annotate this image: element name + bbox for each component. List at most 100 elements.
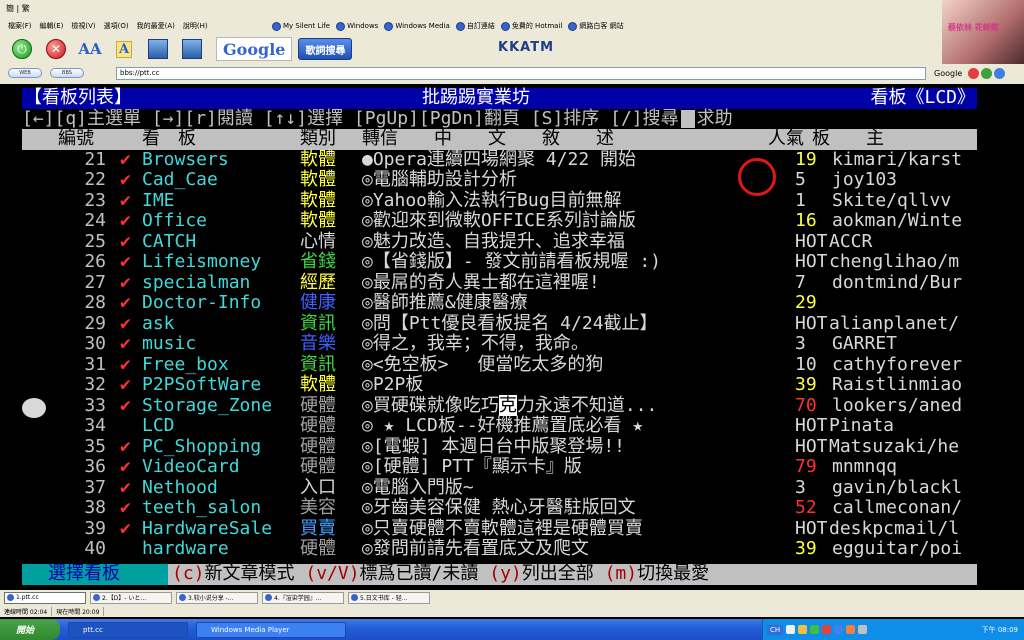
link-website[interactable]: 網路白客 網站 [568, 21, 624, 31]
unread-mark: ✔ [120, 394, 131, 416]
title-part: ◎買硬碟就像吃巧 [362, 394, 499, 416]
go-icon[interactable] [981, 67, 993, 79]
board-row[interactable]: 35 ✔ PC_Shopping 硬體 ◎[電蝦] 本週日台中版聚登場!! HOT Mats… [22, 435, 977, 458]
url-input[interactable]: bbs://ptt.cc [116, 66, 926, 80]
tab-1[interactable]: 1.ptt.cc [4, 591, 86, 604]
board-row[interactable]: 29 ✔ ask 資訊 ◎問【Ptt優良看板提名 4/24截止】 HOT alianplan… [22, 312, 977, 335]
board-name: CATCH [142, 230, 197, 252]
board-row[interactable]: 25 ✔ CATCH 心情 ◎魅力改造、自我提升、追求幸福 HOT ACCR [22, 230, 977, 253]
refresh-icon[interactable] [994, 67, 1006, 79]
board-moderators: alianplanet/ [829, 312, 960, 334]
board-moderators: GARRET [832, 333, 898, 354]
board-number: 38 [84, 497, 106, 518]
board-row[interactable]: 34 LCD 硬體 ◎ ★ LCD板--好機推薦置底必看 ★ HOT Pinata [22, 415, 977, 437]
board-moderators: lookers/aned [832, 394, 963, 416]
board-class: 健康 [300, 292, 336, 313]
package-button[interactable] [180, 37, 204, 61]
link-windows-media[interactable]: Windows Media [384, 21, 450, 31]
board-row[interactable]: 21 ✔ Browsers 軟體 ●Opera連續四場網聚 4/22 開始 19 kimar… [22, 148, 977, 171]
tab-5[interactable]: 5.日文书库 - 轻... [348, 591, 430, 604]
board-name: Lifeismoney [142, 251, 262, 272]
ime-icon[interactable] [786, 625, 796, 634]
board-row[interactable]: 27 ✔ specialman 經歷 ◎最屌的奇人異士都在這裡喔! 7 dontmind/B… [22, 272, 977, 294]
board-title: ◎電腦輔助設計分析 [362, 169, 517, 190]
board-moderators: chenglihao/m [829, 251, 960, 272]
tray-icon[interactable] [810, 625, 820, 634]
link-windows[interactable]: Windows [336, 21, 378, 31]
speaker-icon[interactable] [858, 625, 868, 634]
plugin-button[interactable] [146, 37, 170, 61]
font-style-button[interactable]: A [112, 37, 136, 61]
menu-edit[interactable]: 編輯(E) [40, 21, 64, 31]
tab-4[interactable]: 4.『渲染学园』... [262, 591, 344, 604]
board-number: 32 [84, 374, 106, 395]
help-line: [←][q]主選單 [→][r]閱讀 [↑↓]選擇 [PgUp][PgDn]翻頁… [22, 108, 733, 130]
key-y[interactable]: (y) [489, 563, 522, 584]
board-class: 資訊 [300, 353, 336, 375]
tray-icon[interactable] [834, 625, 844, 634]
disconnect-button[interactable]: ✕ [44, 37, 68, 61]
key-c[interactable]: (c) [172, 563, 205, 584]
lyrics-search-button[interactable]: 歌詞搜尋 [298, 38, 353, 60]
board-row[interactable]: 37 ✔ Nethood 入口 ◎電腦入門版~ 3 gavin/blackl [22, 477, 977, 499]
board-title: ◎牙齒美容保健 熱心牙醫駐版回文 [362, 497, 636, 518]
bbs-toggle[interactable]: BBS [50, 68, 84, 78]
tray-icon[interactable] [846, 625, 856, 634]
tray-icon[interactable] [798, 625, 808, 634]
board-row[interactable]: 40 hardware 硬體 ◎發問前請先看置底文及爬文 39 egguitar/poi [22, 538, 977, 560]
board-row[interactable]: 28 ✔ Doctor-Info 健康 ◎醫師推薦&健康醫療 29 [22, 292, 977, 314]
start-button[interactable]: 開始 [0, 619, 60, 640]
label-list-all: 列出全部 [521, 563, 605, 584]
board-row[interactable]: 36 ✔ VideoCard 硬體 ◎[硬體] PTT『顯示卡』版 79 mnmnqq [22, 456, 977, 478]
board-row[interactable]: 24 ✔ Office 軟體 ◎歡迎來到微軟OFFICE系列討論版 16 aokman/Wi… [22, 210, 977, 232]
board-row[interactable]: 33 ✔ Storage_Zone 硬體 ◎買硬碟就像吃巧克力永遠不知道... 70 loo… [22, 394, 977, 417]
menu-file[interactable]: 檔案(F) [8, 21, 32, 31]
board-row[interactable]: 26 ✔ Lifeismoney 省錢 ◎【省錢版】- 發文前請看板規喔 :) HOT ch… [22, 251, 977, 273]
label-mark-read: 標爲已讀/未讀 [359, 563, 490, 584]
board-moderators: ACCR [829, 230, 873, 252]
taskbar-item-ptt[interactable]: ptt.cc [68, 621, 188, 638]
key-m[interactable]: (m) [605, 563, 638, 584]
board-name: IME [142, 189, 175, 211]
link-hotmail[interactable]: 免費的 Hotmail [500, 21, 562, 31]
tab-2[interactable]: 2.【D】- いと... [90, 591, 172, 604]
board-title: ◎[硬體] PTT『顯示卡』版 [362, 456, 582, 477]
board-popularity: 16 [795, 210, 817, 231]
link-my-silent-life[interactable]: My Silent Life [272, 21, 330, 31]
board-title: ◎只賣硬體不賣軟體這裡是硬體買賣 [362, 517, 643, 539]
menu-favorites[interactable]: 我的最愛(A) [137, 21, 175, 31]
language-indicator[interactable]: CH [767, 624, 784, 635]
board-popularity: 29 [795, 292, 817, 313]
stop-icon[interactable] [968, 67, 980, 79]
board-title: ●Opera連續四場網聚 4/22 開始 [362, 148, 637, 170]
tab-3[interactable]: 3.较小说分享 -... [176, 591, 258, 604]
board-popularity: HOT [795, 435, 828, 457]
board-row[interactable]: 31 ✔ Free_box 資訊 ◎<免空板> 便當吃太多的狗 10 cathyforeve… [22, 353, 977, 376]
google-button[interactable]: Google [216, 37, 293, 61]
font-size-button[interactable]: AA [78, 37, 102, 61]
board-row[interactable]: 22 ✔ Cad_Cae 軟體 ◎電腦輔助設計分析 5 joy103 [22, 169, 977, 191]
board-row[interactable]: 32 ✔ P2PSoftWare 軟體 ◎P2P板 39 Raistlinmiao [22, 374, 977, 396]
board-popularity: 79 [795, 456, 817, 477]
link-custom[interactable]: 自訂連結 [455, 21, 495, 31]
tray-icon[interactable] [822, 625, 832, 634]
menu-view[interactable]: 檢視(V) [71, 21, 95, 31]
connect-button[interactable]: ⏻ [10, 37, 34, 61]
board-name: PC_Shopping [142, 435, 262, 457]
bbs-terminal[interactable]: 【看板列表】 批踢踢實業坊 看板《LCD》 [←][q]主選單 [→][r]閱讀… [22, 87, 977, 585]
board-row[interactable]: 38 ✔ teeth_salon 美容 ◎牙齒美容保健 熱心牙醫駐版回文 52 callme… [22, 497, 977, 519]
annotation-white-dot [22, 398, 46, 418]
kkatm-logo[interactable]: KKATM [498, 40, 554, 55]
menu-options[interactable]: 選項(O) [104, 21, 129, 31]
board-row[interactable]: 39 ✔ HardwareSale 買賣 ◎只賣硬體不賣軟體這裡是硬體買賣 HOT desk… [22, 517, 977, 540]
key-v[interactable]: (v/V) [305, 563, 359, 584]
ad-banner[interactable]: 蔡依林 花蝴蝶 [942, 0, 1024, 64]
board-popularity: 1 [795, 189, 806, 211]
menu-help[interactable]: 說明(H) [183, 21, 208, 31]
board-row[interactable]: 23 ✔ IME 軟體 ◎Yahoo輸入法執行Bug目前無解 1 Skite/qllvv [22, 189, 977, 212]
board-title: ◎魅力改造、自我提升、追求幸福 [362, 230, 625, 252]
board-row[interactable]: 30 ✔ music 音樂 ◎得之，我幸；不得，我命。 3 GARRET [22, 333, 977, 355]
google-logo-text: Google [223, 39, 286, 59]
taskbar-item-wmp[interactable]: Windows Media Player [196, 621, 346, 638]
web-toggle[interactable]: WEB [8, 68, 42, 78]
